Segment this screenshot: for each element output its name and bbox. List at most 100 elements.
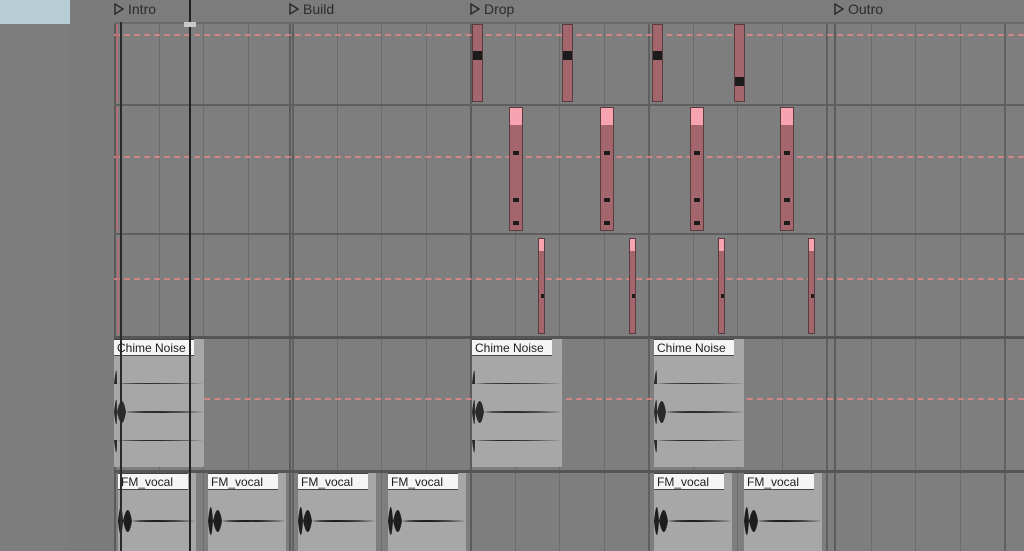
clip-header [691, 108, 703, 125]
midi-clip[interactable] [690, 107, 704, 231]
waveform-icon [298, 491, 376, 551]
clip-label: FM_vocal [208, 473, 278, 490]
grid-line [648, 0, 650, 551]
audio-clip-fm-vocal[interactable]: FM_vocal [208, 473, 286, 551]
midi-clip[interactable] [509, 107, 523, 231]
clip-header [781, 108, 793, 125]
grid-line [426, 0, 427, 551]
flag-icon [289, 3, 299, 15]
midi-note [694, 198, 700, 202]
grid-line [782, 0, 783, 551]
waveform-icon [472, 357, 562, 467]
midi-note [563, 51, 572, 60]
midi-clip[interactable] [562, 24, 573, 102]
midi-clip[interactable] [472, 24, 483, 102]
midi-clip[interactable] [808, 238, 815, 334]
waveform-icon [388, 491, 466, 551]
track-separator [114, 233, 1024, 235]
clip-label: FM_vocal [388, 473, 458, 490]
midi-clip[interactable] [734, 24, 745, 102]
grid-line [381, 0, 382, 551]
locator-outro[interactable]: Outro [834, 0, 883, 18]
grid-line [559, 0, 560, 551]
clip-header [719, 239, 724, 251]
grid-line [248, 0, 249, 551]
audio-clip-fm-vocal[interactable]: FM_vocal [388, 473, 466, 551]
clip-edge [116, 24, 118, 102]
clip-edge [117, 238, 119, 334]
clip-header [630, 239, 635, 251]
midi-clip[interactable] [652, 24, 663, 102]
locator-label: Outro [848, 1, 883, 17]
clip-label: FM_vocal [744, 473, 814, 490]
clip-label: FM_vocal [298, 473, 368, 490]
flag-icon [470, 3, 480, 15]
clip-label: Chime Noise [472, 339, 552, 356]
dashed-guide [114, 278, 1024, 280]
clip-header [510, 108, 522, 125]
track-separator [114, 336, 1024, 339]
grid-line [826, 0, 828, 551]
midi-note [632, 294, 635, 298]
browser-folder-selected[interactable] [0, 0, 70, 24]
grid-line [604, 0, 605, 551]
grid-line [292, 0, 294, 551]
audio-clip-fm-vocal[interactable]: FM_vocal [298, 473, 376, 551]
midi-note [473, 51, 482, 60]
locator-drop[interactable]: Drop [470, 0, 514, 18]
locator-label: Build [303, 1, 334, 17]
midi-note [604, 198, 610, 202]
midi-note [735, 77, 744, 86]
midi-clip[interactable] [718, 238, 725, 334]
section-line-build [289, 0, 291, 551]
audio-clip-fm-vocal[interactable]: FM_vocal [744, 473, 822, 551]
midi-note [784, 221, 790, 225]
left-gutter [0, 0, 70, 551]
midi-note [721, 294, 724, 298]
loop-start-marker[interactable] [120, 22, 122, 551]
clip-label: FM_vocal [654, 473, 724, 490]
arrangement-area[interactable]: Intro Build Drop Outro [114, 0, 1024, 551]
midi-note [541, 294, 544, 298]
midi-note [604, 221, 610, 225]
clip-label: Chime Noise [114, 339, 194, 356]
track-separator [114, 104, 1024, 106]
waveform-icon [744, 491, 822, 551]
midi-note [653, 51, 662, 60]
waveform-icon [654, 491, 732, 551]
midi-clip[interactable] [538, 238, 545, 334]
waveform-icon [654, 357, 744, 467]
audio-clip-fm-vocal[interactable]: FM_vocal [654, 473, 732, 551]
locator-intro[interactable]: Intro [114, 0, 156, 18]
playhead[interactable] [189, 0, 191, 551]
midi-note [694, 221, 700, 225]
clip-header [809, 239, 814, 251]
locator-bar[interactable]: Intro Build Drop Outro [114, 0, 1024, 24]
clip-label: Chime Noise [654, 339, 734, 356]
audio-clip-fm-vocal[interactable]: FM_vocal [118, 473, 196, 551]
locator-label: Intro [128, 1, 156, 17]
midi-note [513, 198, 519, 202]
midi-note [811, 294, 814, 298]
audio-clip-chime-noise[interactable]: Chime Noise [654, 339, 744, 467]
grid-line [1004, 0, 1006, 551]
grid-line [203, 0, 204, 551]
grid-line [871, 0, 872, 551]
midi-note [784, 151, 790, 155]
clip-label: FM_vocal [118, 473, 188, 490]
locator-label: Drop [484, 1, 514, 17]
grid-line [915, 0, 916, 551]
waveform-icon [118, 491, 196, 551]
clip-header [539, 239, 544, 251]
waveform-icon [208, 491, 286, 551]
locator-build[interactable]: Build [289, 0, 334, 18]
grid-line [159, 0, 160, 551]
midi-clip[interactable] [600, 107, 614, 231]
dashed-guide [114, 156, 1024, 158]
audio-clip-chime-noise[interactable]: Chime Noise [472, 339, 562, 467]
dashed-guide [114, 398, 1024, 400]
midi-clip[interactable] [629, 238, 636, 334]
midi-clip[interactable] [780, 107, 794, 231]
midi-note [784, 198, 790, 202]
flag-icon [114, 3, 124, 15]
